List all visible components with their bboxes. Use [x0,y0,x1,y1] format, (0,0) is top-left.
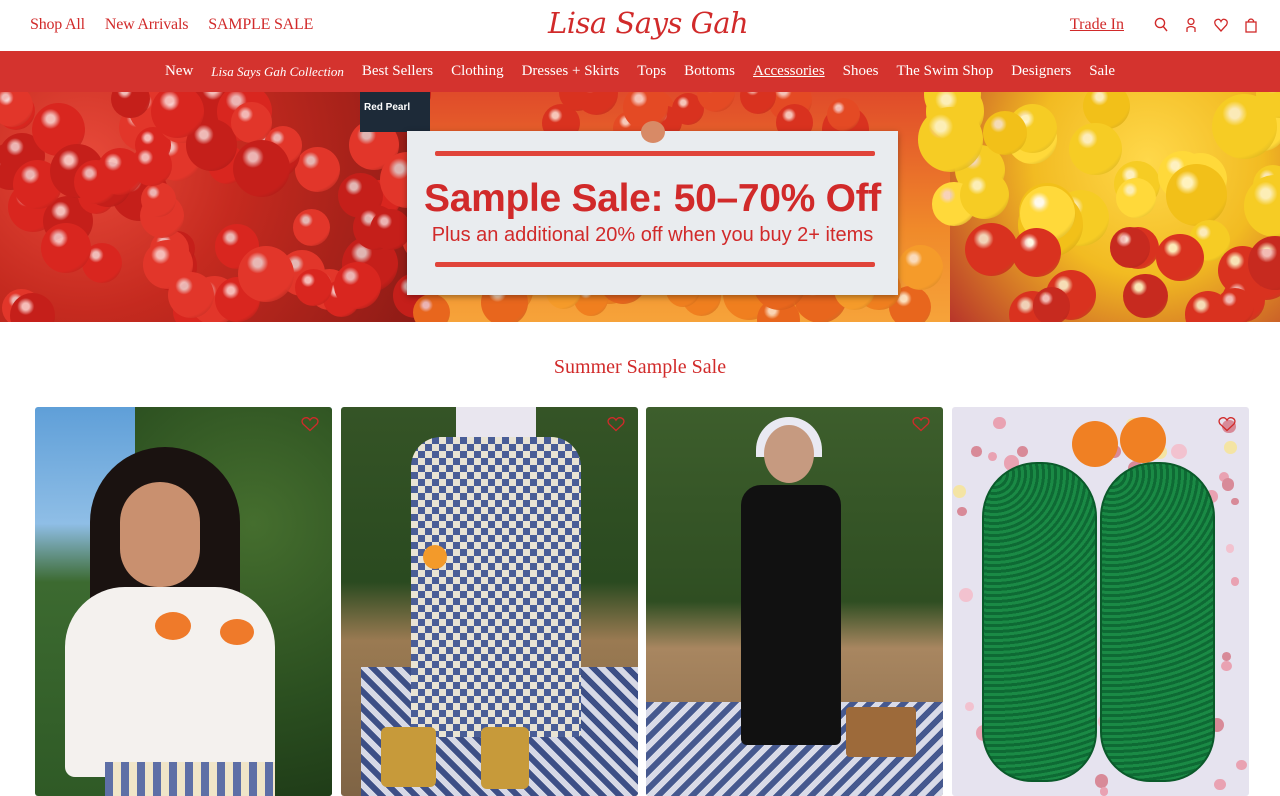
nav-bottoms[interactable]: Bottoms [684,63,735,80]
image-flower [1099,787,1109,796]
image-flower [959,588,974,602]
image-head [764,425,814,483]
image-flower [1230,577,1240,586]
nav-sale[interactable]: Sale [1089,63,1115,80]
hero-tomato [1069,122,1122,175]
image-flower [1214,778,1226,790]
nav-swim-shop[interactable]: The Swim Shop [897,63,994,80]
hero-headline: Sample Sale: 50–70% Off [424,177,881,220]
image-orange [1120,417,1166,463]
image-skirt [105,762,275,796]
hero-tomato [41,222,92,273]
product-card[interactable] [35,407,332,796]
image-orange [423,545,447,569]
trade-in-link[interactable]: Trade In [1070,16,1124,34]
image-black-dress [741,485,841,745]
wishlist-heart-icon[interactable] [1218,416,1236,432]
product-card[interactable] [341,407,638,796]
image-basket [846,707,916,757]
site-header: Shop All New Arrivals SAMPLE SALE Lisa S… [0,0,1280,51]
header-left-links: Shop All New Arrivals SAMPLE SALE [30,16,333,34]
image-flower [1224,441,1237,454]
hero-tomato [897,244,944,291]
nav-clothing[interactable]: Clothing [451,63,504,80]
header-tools: Trade In [1070,16,1258,34]
hero-tomato [1165,164,1228,226]
nav-accessories[interactable]: Accessories [753,63,825,80]
image-green-shoe [982,462,1097,782]
sign-notch [641,121,665,143]
wishlist-heart-icon[interactable] [607,416,625,432]
nav-designers[interactable]: Designers [1011,63,1071,80]
image-orange-print [220,619,254,645]
image-orange [1072,421,1118,467]
hero-tomato [1032,287,1071,322]
image-face [120,482,200,587]
hero-tomato [1109,227,1151,268]
hero-banner[interactable]: Red Pearl Sample Sale: 50–70% Off Plus a… [0,92,1280,322]
hero-tomato [1216,287,1255,322]
image-flower [1221,660,1232,672]
hero-tomato [238,245,295,302]
image-green-shoe [1100,462,1215,782]
shop-all-link[interactable]: Shop All [30,16,85,34]
image-flower [1094,774,1109,788]
nav-dresses-skirts[interactable]: Dresses + Skirts [522,63,620,80]
image-flower [952,485,966,499]
product-card[interactable] [952,407,1249,796]
account-icon[interactable] [1184,17,1198,33]
wishlist-heart-icon[interactable] [301,416,319,432]
wishlist-heart-icon[interactable] [912,416,930,432]
hero-tomato [918,107,983,172]
image-gingham-skirt [411,437,581,737]
hero-tomato [1123,273,1168,319]
sign-bottom-rule [435,262,875,267]
image-flower [987,452,997,462]
hero-tomato [1011,228,1062,278]
hero-tomato [292,208,330,246]
hero-tomato [295,147,341,193]
nav-shoes[interactable]: Shoes [843,63,879,80]
image-boot [481,727,529,789]
image-orange-print [155,612,191,640]
image-flower [1226,544,1235,553]
image-flower [1221,652,1231,662]
hero-tomato [231,102,273,143]
nav-new[interactable]: New [165,63,193,80]
hero-tomato [131,145,172,187]
new-arrivals-link[interactable]: New Arrivals [105,16,189,34]
nav-tops[interactable]: Tops [637,63,666,80]
image-flower [1236,759,1247,771]
image-flower [971,446,982,457]
hero-tomato [1156,233,1204,282]
hero-tomato [333,262,381,310]
hero-bag-label: Red Pearl [360,92,430,132]
image-flower [957,506,967,517]
nav-lisa-says-gah-collection[interactable]: Lisa Says Gah Collection [211,64,344,80]
hero-tomato [1212,93,1278,159]
search-icon[interactable] [1154,17,1168,33]
image-oranges [1072,417,1182,467]
site-logo[interactable]: Lisa Says Gah [548,6,749,42]
sample-sale-link[interactable]: SAMPLE SALE [208,16,313,34]
shopping-bag-icon[interactable] [1244,17,1258,33]
image-flower [993,417,1006,430]
image-boot [381,727,436,787]
hero-sale-sign: Sample Sale: 50–70% Off Plus an addition… [407,121,898,295]
main-nav: New Lisa Says Gah Collection Best Seller… [0,51,1280,92]
hero-subheadline: Plus an additional 20% off when you buy … [431,224,874,246]
wishlist-heart-icon[interactable] [1214,17,1228,33]
image-flower [1221,478,1235,491]
product-card[interactable] [646,407,943,796]
section-title: Summer Sample Sale [553,356,727,378]
nav-best-sellers[interactable]: Best Sellers [362,63,433,80]
hero-tomato [167,271,214,318]
product-grid [35,407,1249,796]
sign-top-rule [435,151,875,156]
hero-tomato [960,170,1009,220]
hero-tomato [294,269,332,307]
hero-tomato [141,181,177,217]
